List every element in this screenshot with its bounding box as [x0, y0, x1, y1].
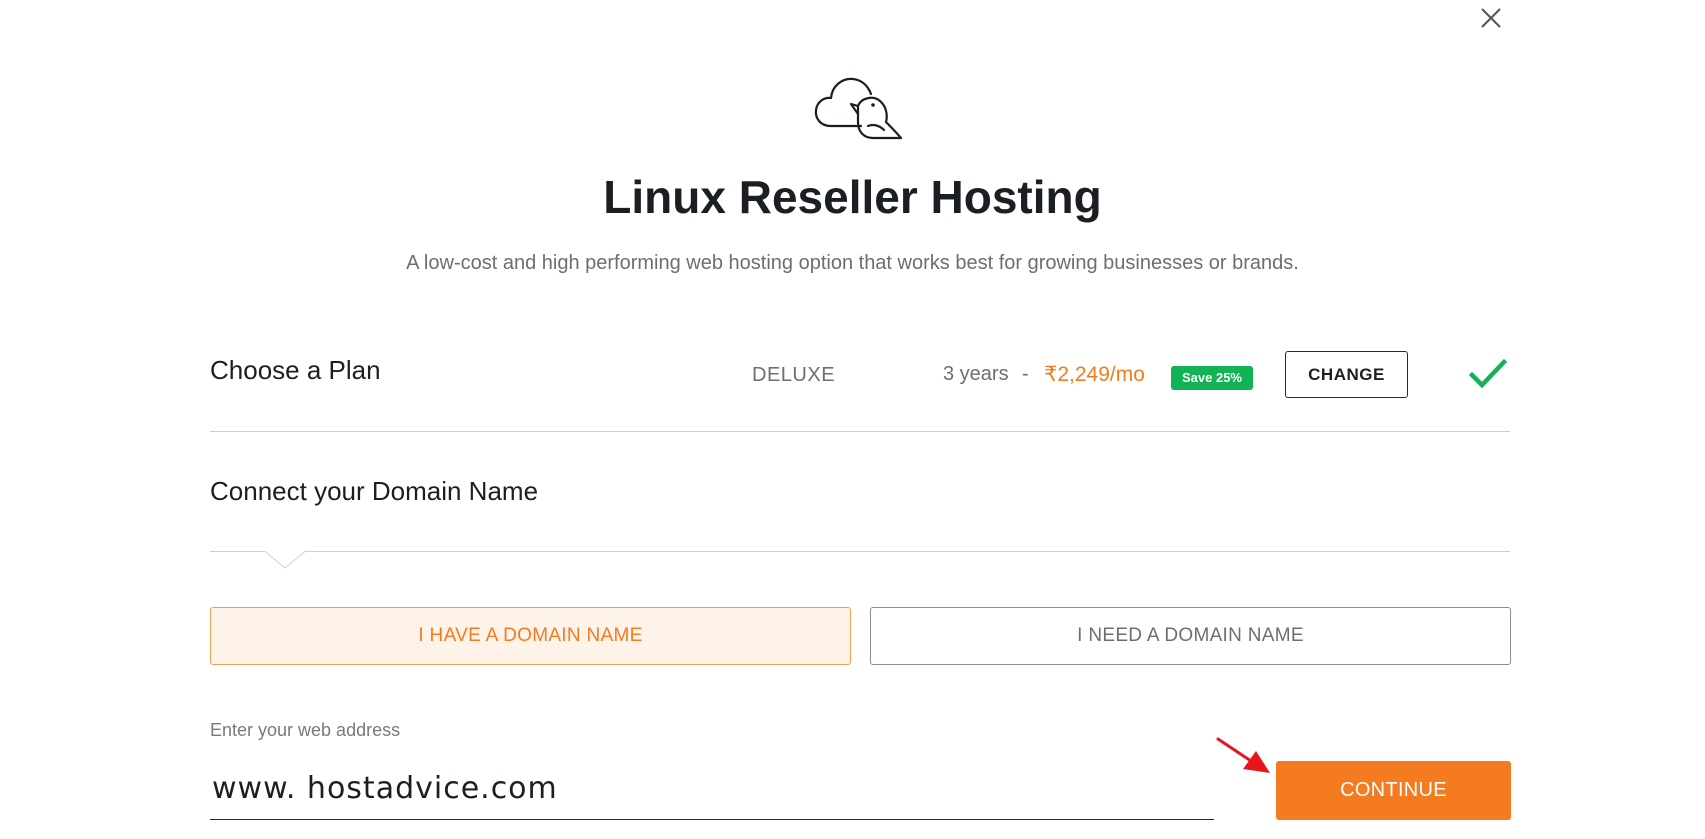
section-divider — [210, 551, 1510, 552]
plan-separator: - — [1022, 363, 1029, 385]
plan-term: 3 years — [943, 363, 1009, 385]
need-domain-option[interactable]: I NEED A DOMAIN NAME — [870, 607, 1511, 665]
check-icon — [1468, 357, 1508, 391]
section-divider — [210, 431, 1510, 432]
change-plan-button[interactable]: CHANGE — [1285, 351, 1408, 398]
web-address-label: Enter your web address — [210, 720, 401, 740]
continue-button[interactable]: CONTINUE — [1276, 761, 1511, 820]
tab-pointer-notch — [264, 551, 306, 569]
plan-name: DELUXE — [752, 364, 836, 386]
have-domain-option[interactable]: I HAVE A DOMAIN NAME — [210, 607, 851, 665]
plan-row: Choose a Plan DELUXE 3 years - ₹2,249/mo… — [210, 345, 1510, 435]
domain-section-heading: Connect your Domain Name — [210, 476, 539, 506]
red-arrow-annotation — [1216, 737, 1272, 775]
hosting-setup-modal: Linux Reseller Hosting A low-cost and hi… — [0, 0, 1705, 839]
web-address-input[interactable] — [210, 758, 1214, 820]
plan-section-heading: Choose a Plan — [210, 355, 381, 385]
plan-price: ₹2,249/mo — [1044, 363, 1145, 386]
page-subtitle: A low-cost and high performing web hosti… — [406, 252, 1299, 274]
page-title: Linux Reseller Hosting — [603, 171, 1102, 223]
save-badge: Save 25% — [1171, 366, 1253, 390]
cloud-bird-logo — [811, 70, 911, 146]
close-icon[interactable] — [1476, 3, 1506, 33]
